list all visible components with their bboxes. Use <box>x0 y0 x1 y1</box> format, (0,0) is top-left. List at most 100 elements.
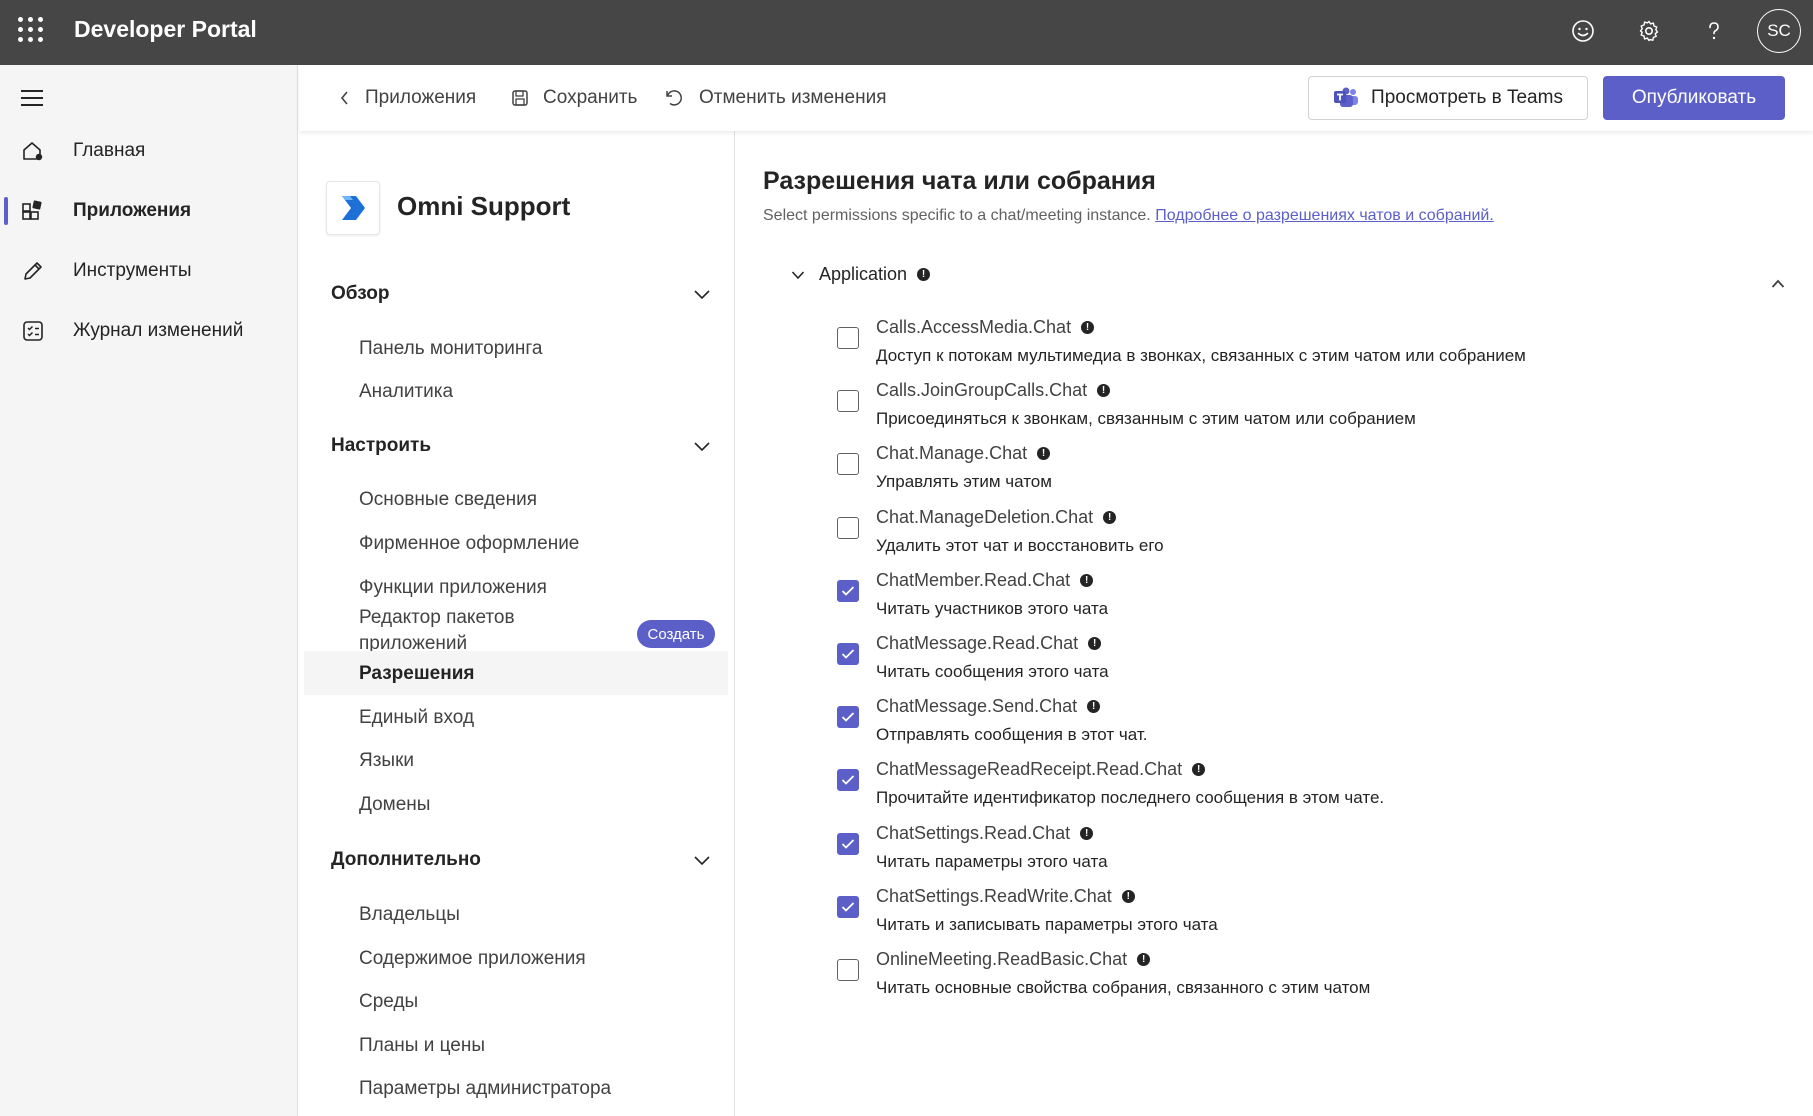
nav-item-changelog[interactable]: Журнал изменений <box>0 307 298 355</box>
permission-row: Calls.AccessMedia.Chat! Доступ к потокам … <box>837 317 1737 377</box>
application-group-header[interactable]: Application ! <box>791 264 931 285</box>
save-label: Сохранить <box>543 87 638 108</box>
permission-checkbox[interactable] <box>837 769 859 792</box>
subnav-item-dashboard[interactable]: Панель мониторинга <box>359 338 542 360</box>
info-icon[interactable]: ! <box>1097 384 1111 398</box>
page-subtitle: Select permissions specific to a chat/me… <box>763 207 1494 225</box>
info-icon[interactable]: ! <box>1037 447 1051 461</box>
permission-name: ChatSettings.ReadWrite.Chat! <box>876 886 1135 907</box>
permission-checkbox[interactable] <box>837 579 859 602</box>
permission-name-text: Calls.JoinGroupCalls.Chat <box>876 380 1088 401</box>
undo-icon <box>666 90 682 106</box>
permission-row: Calls.JoinGroupCalls.Chat! Присоединяться… <box>837 380 1737 440</box>
section-configure-header[interactable]: Настроить <box>331 431 711 461</box>
permission-row: ChatSettings.Read.Chat! Читать параметры … <box>837 823 1737 883</box>
learn-more-link[interactable]: Подробнее о разрешениях чатов и собраний… <box>1155 207 1494 224</box>
publish-button[interactable]: Опубликовать <box>1603 76 1785 120</box>
subnav-item-plans-pricing[interactable]: Планы и цены <box>359 1035 485 1057</box>
subnav-item-analytics[interactable]: Аналитика <box>359 381 453 403</box>
nav-item-tools[interactable]: Инструменты <box>0 247 298 295</box>
teams-label: Просмотреть в Teams <box>1371 87 1563 108</box>
section-title: Обзор <box>331 283 390 304</box>
permission-checkbox[interactable] <box>837 706 859 729</box>
permission-checkbox[interactable] <box>837 959 859 981</box>
app-logo-icon <box>342 196 365 220</box>
info-icon[interactable]: ! <box>1137 953 1151 966</box>
section-title: Дополнительно <box>331 849 481 870</box>
permission-checkbox[interactable] <box>837 390 859 413</box>
info-icon[interactable]: ! <box>1192 763 1206 777</box>
permission-description: Присоединяться к звонкам, связанным с эт… <box>876 409 1416 429</box>
permission-name: ChatMessageReadReceipt.Read.Chat! <box>876 759 1206 780</box>
permission-row: ChatMember.Read.Chat! Читать участников э… <box>837 570 1737 630</box>
permission-description: Читать сообщения этого чата <box>876 662 1109 681</box>
chevron-down-icon <box>791 270 805 279</box>
app-title[interactable]: Developer Portal <box>74 16 257 43</box>
subnav-item-app-features[interactable]: Функции приложения <box>359 577 547 599</box>
info-icon[interactable]: ! <box>1081 321 1095 334</box>
info-icon[interactable]: ! <box>1121 889 1135 903</box>
avatar[interactable]: SC <box>1757 9 1801 53</box>
nav-item-home[interactable]: Главная <box>0 127 298 175</box>
permission-name: ChatMessage.Send.Chat! <box>876 696 1101 717</box>
section-overview-header[interactable]: Обзор <box>331 279 711 309</box>
save-button[interactable]: Сохранить <box>511 85 637 111</box>
info-icon[interactable]: ! <box>1103 510 1117 524</box>
undo-label: Отменить изменения <box>699 87 887 108</box>
subnav-item-admin-settings[interactable]: Параметры администратора <box>359 1078 611 1100</box>
permission-description: Читать основные свойства собрания, связа… <box>876 978 1371 997</box>
subnav-item-domains[interactable]: Домены <box>359 794 430 816</box>
nav-item-label: Инструменты <box>73 260 192 281</box>
create-badge[interactable]: Создать <box>637 620 715 648</box>
section-advanced-header[interactable]: Дополнительно <box>331 845 711 875</box>
hamburger-menu-icon[interactable] <box>21 90 43 108</box>
help-icon[interactable] <box>1697 14 1731 48</box>
permission-checkbox[interactable] <box>837 327 859 349</box>
scroll-up-arrow-icon[interactable] <box>1771 279 1785 289</box>
subnav-item-branding[interactable]: Фирменное оформление <box>359 533 579 555</box>
info-icon[interactable]: ! <box>1088 637 1102 650</box>
group-label: Application <box>819 264 908 284</box>
command-bar: Приложения Сохранить Отменить изменения … <box>299 65 1813 131</box>
subnav-item-sso[interactable]: Единый вход <box>359 707 474 729</box>
nav-item-apps[interactable]: Приложения <box>0 187 298 235</box>
permission-name-text: ChatSettings.Read.Chat <box>876 822 1071 843</box>
back-to-apps-button[interactable]: Приложения <box>339 85 476 111</box>
permission-name: Calls.JoinGroupCalls.Chat! <box>876 380 1111 401</box>
subnav-item-app-content[interactable]: Содержимое приложения <box>359 948 586 970</box>
permission-checkbox[interactable] <box>837 895 859 918</box>
info-icon[interactable]: ! <box>917 268 931 281</box>
subnav-item-languages[interactable]: Языки <box>359 750 414 772</box>
permission-description: Удалить этот чат и восстановить его <box>876 535 1164 555</box>
smiley-icon[interactable] <box>1566 14 1600 48</box>
subnav-item-permissions[interactable]: Разрешения <box>359 663 474 685</box>
permission-row: OnlineMeeting.ReadBasic.Chat! Читать осно… <box>837 949 1737 1009</box>
checkmark-icon <box>841 712 855 722</box>
info-icon[interactable]: ! <box>1080 826 1094 840</box>
subnav-item-environments[interactable]: Среды <box>359 991 418 1013</box>
permission-description: Прочитайте идентификатор последнего сооб… <box>876 788 1385 808</box>
permission-row: ChatSettings.ReadWrite.Chat! Читать и зап… <box>837 886 1737 946</box>
preview-in-teams-button[interactable]: Просмотреть в Teams <box>1308 76 1588 120</box>
permission-name: Chat.Manage.Chat! <box>876 443 1051 464</box>
info-icon[interactable]: ! <box>1080 573 1094 587</box>
permission-checkbox[interactable] <box>837 832 859 855</box>
permission-row: Chat.Manage.Chat! Управлять этим чатом <box>837 443 1737 503</box>
permission-description: Читать участников этого чата <box>876 598 1109 618</box>
chevron-left-icon <box>340 91 348 105</box>
subnav-item-package-editor[interactable]: Редактор пакетов приложений <box>359 605 579 655</box>
permission-description: Читать и записывать параметры этого чата <box>876 914 1218 934</box>
subnav-item-basic-info[interactable]: Основные сведения <box>359 489 537 511</box>
section-title: Настроить <box>331 435 432 456</box>
back-label: Приложения <box>365 87 477 108</box>
permission-name: ChatMember.Read.Chat! <box>876 570 1094 591</box>
waffle-icon[interactable] <box>18 17 44 43</box>
subnav-item-owners[interactable]: Владельцы <box>359 904 460 926</box>
permission-checkbox[interactable] <box>837 453 859 476</box>
permission-description: Доступ к потокам мультимедиа в звонках, … <box>876 346 1526 365</box>
permission-checkbox[interactable] <box>837 516 859 539</box>
undo-changes-button[interactable]: Отменить изменения <box>663 85 887 111</box>
gear-icon[interactable] <box>1632 14 1666 48</box>
info-icon[interactable]: ! <box>1087 700 1101 714</box>
permission-checkbox[interactable] <box>837 643 859 665</box>
